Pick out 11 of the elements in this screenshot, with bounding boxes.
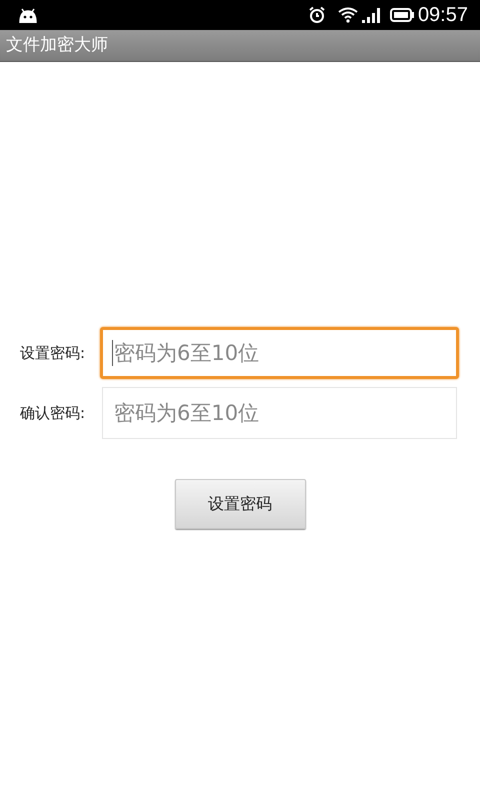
field-label: 确认密码:	[20, 402, 86, 424]
alarm-icon	[308, 6, 326, 24]
password-field[interactable]: 密码为6至10位	[100, 327, 459, 379]
app-title: 文件加密大师	[6, 34, 108, 57]
text-cursor	[112, 340, 113, 366]
battery-icon	[390, 8, 414, 22]
signal-icon	[362, 7, 382, 23]
wifi-icon	[338, 7, 358, 23]
set-password-button[interactable]: 设置密码	[174, 479, 306, 529]
field-label: 设置密码:	[20, 342, 86, 364]
status-time: 09:57	[418, 3, 468, 28]
